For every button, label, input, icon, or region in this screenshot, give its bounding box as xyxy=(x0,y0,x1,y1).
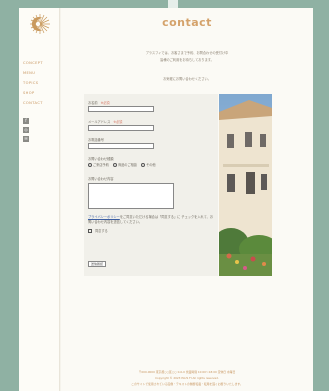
facebook-icon[interactable]: f xyxy=(23,118,29,124)
agree-checkbox[interactable] xyxy=(88,229,92,233)
policy-text: プライバシーポリシーをご同意いただける場合は「同意する」に チェックを入れて、お… xyxy=(88,215,216,225)
footer-copyright: Copyright © 2023 PLUS FI All rights rese… xyxy=(155,376,219,380)
privacy-policy-link[interactable]: プライバシーポリシー xyxy=(88,215,120,219)
line-icon[interactable]: ✉ xyxy=(23,136,29,142)
agree-checkbox-row[interactable]: 同意する xyxy=(88,228,108,233)
email-label-text: メールアドレス xyxy=(88,120,111,124)
instagram-icon[interactable]: ◎ xyxy=(23,127,29,133)
intro-note: お気軽にお問い合わせください。 xyxy=(163,77,211,81)
email-field[interactable] xyxy=(88,125,154,131)
top-strip xyxy=(0,0,329,8)
message-label: お問い合わせ内容 xyxy=(88,177,114,181)
name-field[interactable] xyxy=(88,106,154,112)
email-label: メールアドレス ※必須 xyxy=(88,119,122,124)
inquiry-type-radios: ご来店予約 商品のご相談 その他 xyxy=(88,162,156,167)
nav-item-menu[interactable]: MENU xyxy=(23,68,43,78)
intro-line-2: 皆様のご利用をお待ちしております。 xyxy=(160,58,214,62)
nav-item-shop[interactable]: SHOP xyxy=(23,88,43,98)
building-photo xyxy=(219,94,272,276)
radio-icon xyxy=(88,163,92,167)
required-mark: ※必須 xyxy=(113,120,123,124)
main-nav: CONCEPT MENU TOPICS SHOP CONTACT xyxy=(23,58,43,108)
footer-notice: このサイトで使用されている画像・テキストの無断転載・転用を固くお断りいたします。 xyxy=(131,382,243,386)
radio-visit[interactable]: ご来店予約 xyxy=(88,162,109,167)
footer-address: 〒000-0000 東京都○○区○○ 0-0-0 営業時間 10:00～18:0… xyxy=(138,370,236,374)
confirm-button[interactable]: 送信確認 xyxy=(88,261,106,267)
top-strip-gap xyxy=(168,0,178,8)
nav-item-concept[interactable]: CONCEPT xyxy=(23,58,43,68)
logo-icon[interactable] xyxy=(28,12,52,36)
radio-consult-label: 商品のご相談 xyxy=(117,163,138,167)
radio-consult[interactable]: 商品のご相談 xyxy=(112,162,138,167)
phone-label: お電話番号 xyxy=(88,138,104,142)
radio-icon xyxy=(112,163,117,167)
name-label: お名前 ※必須 xyxy=(88,100,110,105)
radio-other[interactable]: その他 xyxy=(141,162,156,167)
intro-text: プラスフィでは、お客さまで予約、お問合わせの受付け中 皆様のご利用をお待ちしてお… xyxy=(61,50,313,64)
intro-line-1: プラスフィでは、お客さまで予約、お問合わせの受付け中 xyxy=(145,51,229,55)
inquiry-type-label: お問い合わせ種類 xyxy=(88,157,114,161)
radio-icon xyxy=(141,163,146,167)
required-mark: ※必須 xyxy=(100,101,110,105)
radio-other-label: その他 xyxy=(146,163,156,167)
name-label-text: お名前 xyxy=(88,101,98,105)
nav-item-contact[interactable]: CONTACT xyxy=(23,98,43,108)
message-textarea[interactable] xyxy=(88,183,174,209)
page-title: contact xyxy=(162,16,212,29)
agree-label: 同意する xyxy=(95,229,108,233)
nav-item-topics[interactable]: TOPICS xyxy=(23,78,43,88)
phone-field[interactable] xyxy=(88,143,154,149)
radio-visit-label: ご来店予約 xyxy=(93,163,109,167)
social-links: f ◎ ✉ xyxy=(23,118,29,145)
